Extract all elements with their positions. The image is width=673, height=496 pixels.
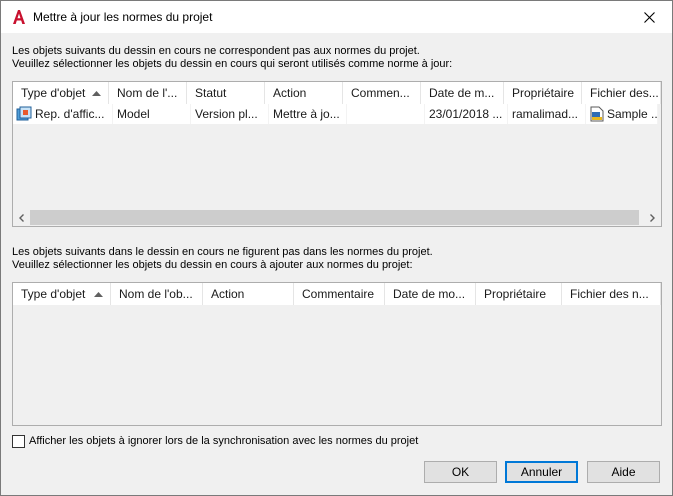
mismatch-description-line2: Veuillez sélectionner les objets du dess… bbox=[12, 58, 453, 70]
close-button[interactable] bbox=[626, 1, 672, 33]
column-header-name[interactable]: Nom de l'ob... bbox=[111, 283, 203, 305]
cell-owner: ramalimad... bbox=[508, 104, 586, 124]
sort-ascending-icon bbox=[94, 292, 103, 297]
scroll-left-button[interactable] bbox=[13, 209, 30, 226]
sort-ascending-icon bbox=[92, 91, 101, 96]
column-header-action[interactable]: Action bbox=[203, 283, 294, 305]
layer-state-icon bbox=[16, 106, 32, 121]
cell-file: Sample ... bbox=[586, 104, 658, 124]
standards-file-icon bbox=[590, 106, 604, 122]
column-header-owner[interactable]: Propriétaire bbox=[476, 283, 562, 305]
dialog-title: Mettre à jour les normes du projet bbox=[33, 10, 213, 24]
column-header-status[interactable]: Statut bbox=[187, 82, 265, 104]
help-button[interactable]: Aide bbox=[587, 461, 660, 483]
missing-list-header: Type d'objet Nom de l'ob... Action Comme… bbox=[13, 283, 661, 305]
column-header-file[interactable]: Fichier des... bbox=[582, 82, 661, 104]
cell-action[interactable]: Mettre à jo... bbox=[269, 104, 347, 124]
cancel-button[interactable]: Annuler bbox=[505, 461, 578, 483]
show-ignored-option[interactable]: Afficher les objets à ignorer lors de la… bbox=[12, 433, 418, 449]
column-header-date[interactable]: Date de mo... bbox=[385, 283, 476, 305]
scrollbar-thumb[interactable] bbox=[30, 210, 639, 225]
cell-object-type: Rep. d'affic... bbox=[13, 104, 113, 124]
column-header-name[interactable]: Nom de l'... bbox=[109, 82, 187, 104]
mismatch-description-line1: Les objets suivants du dessin en cours n… bbox=[12, 45, 420, 57]
title-bar: Mettre à jour les normes du projet bbox=[1, 1, 672, 33]
column-header-date[interactable]: Date de m... bbox=[421, 82, 504, 104]
missing-description: Les objets suivants dans le dessin en co… bbox=[12, 246, 433, 272]
horizontal-scrollbar[interactable] bbox=[13, 209, 661, 226]
column-header-comment[interactable]: Commentaire bbox=[294, 283, 385, 305]
ok-button[interactable]: OK bbox=[424, 461, 497, 483]
column-header-file[interactable]: Fichier des n... bbox=[562, 283, 661, 305]
autocad-app-icon bbox=[13, 10, 25, 24]
mismatched-objects-list[interactable]: Type d'objet Nom de l'... Statut Action … bbox=[12, 81, 662, 227]
mismatch-description: Les objets suivants du dessin en cours n… bbox=[12, 45, 452, 71]
cell-date: 23/01/2018 ... bbox=[425, 104, 508, 124]
missing-objects-list[interactable]: Type d'objet Nom de l'ob... Action Comme… bbox=[12, 282, 662, 426]
scroll-right-button[interactable] bbox=[644, 209, 661, 226]
show-ignored-checkbox[interactable] bbox=[12, 434, 25, 448]
cell-status: Version pl... bbox=[191, 104, 269, 124]
column-header-owner[interactable]: Propriétaire bbox=[504, 82, 582, 104]
update-project-standards-dialog: Mettre à jour les normes du projet Les o… bbox=[0, 0, 673, 496]
column-header-action[interactable]: Action bbox=[265, 82, 343, 104]
chevron-left-icon bbox=[19, 213, 24, 222]
cell-name: Model bbox=[113, 104, 191, 124]
table-row[interactable]: Rep. d'affic... Model Version pl... Mett… bbox=[13, 104, 658, 124]
missing-description-line1: Les objets suivants dans le dessin en co… bbox=[12, 246, 433, 258]
column-header-object-type[interactable]: Type d'objet bbox=[13, 82, 109, 104]
chevron-right-icon bbox=[650, 213, 655, 222]
column-header-comment[interactable]: Commen... bbox=[343, 82, 421, 104]
missing-description-line2: Veuillez sélectionner les objets du dess… bbox=[12, 259, 413, 271]
cell-comment[interactable] bbox=[347, 104, 425, 124]
close-icon bbox=[643, 11, 655, 23]
mismatched-list-header: Type d'objet Nom de l'... Statut Action … bbox=[13, 82, 661, 104]
column-header-object-type[interactable]: Type d'objet bbox=[13, 283, 111, 305]
show-ignored-label[interactable]: Afficher les objets à ignorer lors de la… bbox=[29, 435, 418, 447]
